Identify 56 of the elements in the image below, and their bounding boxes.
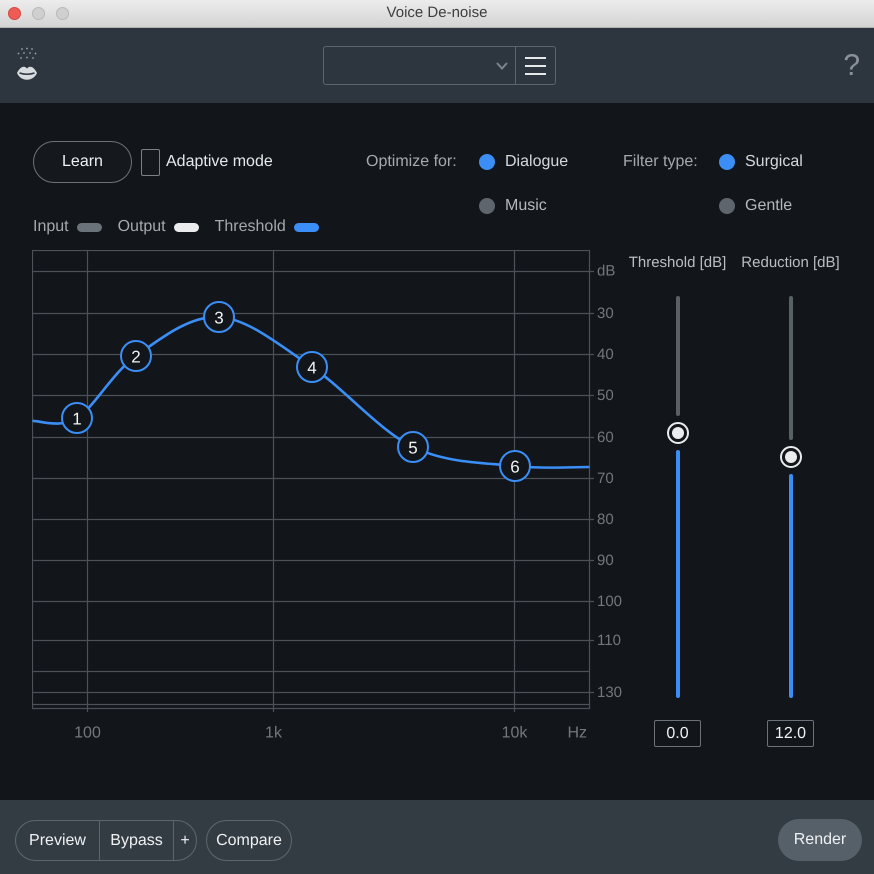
group-label: Optimize for: <box>366 152 458 172</box>
radio-label: Surgical <box>745 152 803 172</box>
radio-label: Dialogue <box>505 152 568 172</box>
help-button[interactable]: ? <box>843 50 860 80</box>
band-node[interactable]: 6 <box>499 450 531 482</box>
axis-label: 30 <box>597 305 614 322</box>
slider-label: Threshold [dB] <box>628 253 726 273</box>
compare-button[interactable]: Compare <box>206 820 292 861</box>
slider-thumb[interactable] <box>666 422 688 444</box>
chevron-down-icon <box>496 62 508 70</box>
radio-button[interactable] <box>479 154 495 170</box>
legend-label: Output <box>118 217 166 237</box>
axis-label: 40 <box>597 346 614 363</box>
checkbox[interactable] <box>141 148 160 176</box>
slider-thumb[interactable] <box>780 446 802 468</box>
axis-unit-label: Hz <box>567 724 587 742</box>
band-node[interactable]: 2 <box>120 340 152 372</box>
close-button[interactable] <box>8 7 21 20</box>
radio-label: Gentle <box>745 196 792 216</box>
transport-button[interactable]: Preview <box>16 821 99 860</box>
axis-label: 100 <box>597 593 622 610</box>
value-field[interactable]: 12.0 <box>767 720 814 747</box>
axis-label: 80 <box>597 511 614 528</box>
axis-label: 90 <box>597 552 614 569</box>
axis-label: 50 <box>597 387 614 404</box>
render-button[interactable]: Render <box>778 819 862 861</box>
value-field[interactable]: 0.0 <box>654 720 701 747</box>
radio-button[interactable] <box>719 154 735 170</box>
axis-label: 70 <box>597 470 614 487</box>
legend-label: Threshold <box>214 217 286 237</box>
slider-label: Reduction [dB] <box>741 253 840 273</box>
axis-label: 130 <box>597 684 622 701</box>
band-node[interactable]: 3 <box>203 301 235 333</box>
window-title: Voice De-noise <box>386 3 488 24</box>
slider-track[interactable] <box>780 296 802 698</box>
axis-label: 110 <box>597 632 621 649</box>
axis-label: 1k <box>265 724 282 742</box>
axis-label: 60 <box>597 429 614 446</box>
radio-button[interactable] <box>719 198 735 214</box>
axis-label: 100 <box>74 724 101 742</box>
group-label: Filter type: <box>623 152 699 172</box>
axis-unit-label: dB <box>597 262 616 280</box>
transport-button[interactable]: Bypass <box>99 821 173 860</box>
band-node[interactable]: 1 <box>61 402 93 434</box>
band-node[interactable]: 5 <box>397 431 429 463</box>
legend-label: Input <box>33 217 69 237</box>
axis-label: 10k <box>502 724 528 742</box>
transport-button[interactable]: + <box>173 821 196 860</box>
slider-track[interactable] <box>666 296 688 698</box>
radio-button[interactable] <box>479 198 495 214</box>
radio-label: Music <box>505 196 547 216</box>
band-node[interactable]: 4 <box>296 351 328 383</box>
menu-button[interactable] <box>516 46 556 85</box>
learn-button[interactable]: Learn <box>33 141 132 183</box>
menu-icon <box>525 56 546 74</box>
checkbox-label: Adaptive mode <box>166 152 273 172</box>
